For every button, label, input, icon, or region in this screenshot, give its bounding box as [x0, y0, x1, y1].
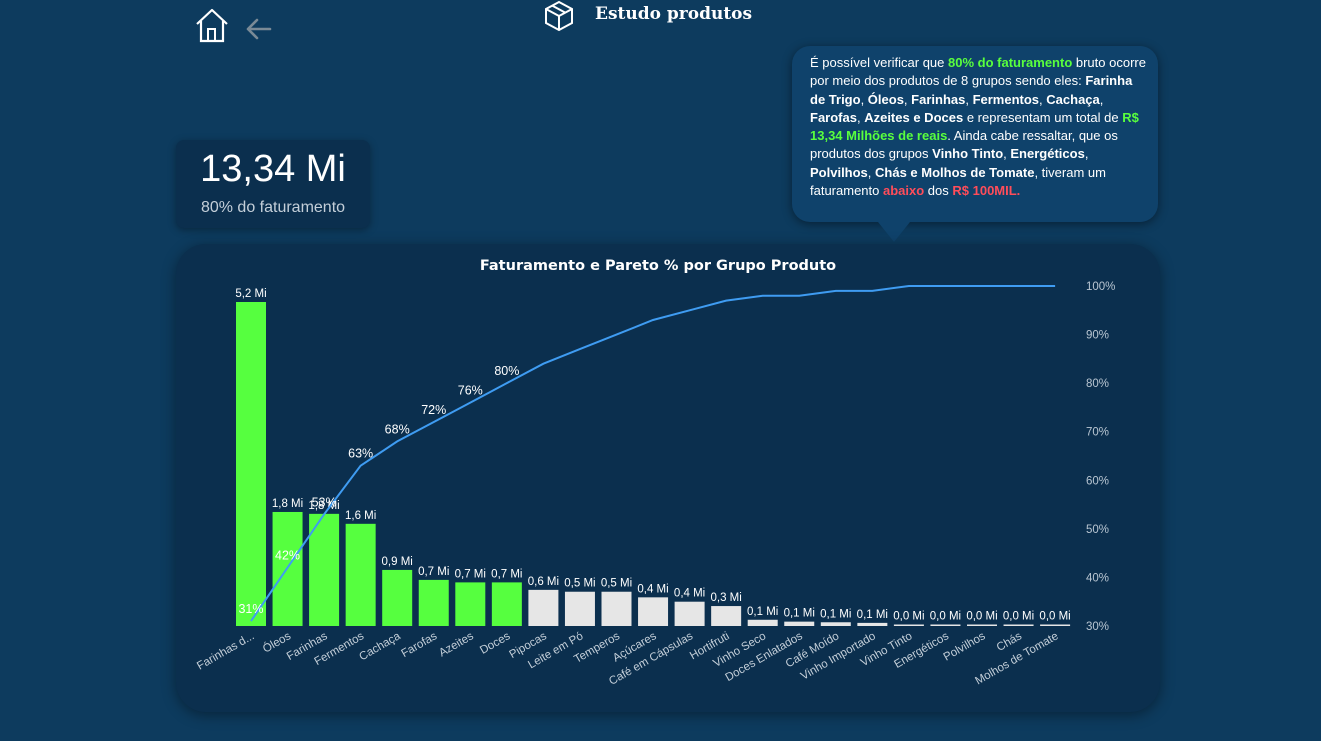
note-bold: Vinho Tinto	[932, 146, 1004, 162]
bar	[930, 624, 961, 626]
pareto-point-label: 68%	[385, 422, 410, 436]
pareto-point-label: 31%	[238, 602, 263, 616]
x-tick-label: Azeites	[437, 630, 476, 659]
note-bold: Energéticos	[1010, 146, 1085, 162]
y2-tick-label: 50%	[1086, 524, 1109, 536]
pareto-chart-panel: Faturamento e Pareto % por Grupo Produto…	[176, 244, 1160, 712]
chart-title: Faturamento e Pareto % por Grupo Produto	[480, 258, 836, 274]
bar	[455, 582, 486, 626]
bar-value-label: 0,1 Mi	[820, 608, 851, 620]
bar	[967, 624, 997, 626]
bar-value-label: 0,4 Mi	[637, 583, 668, 595]
x-tick-label: Cachaça	[357, 630, 403, 663]
bar	[601, 591, 632, 626]
top-bar: Estudo produtos	[0, 0, 1321, 43]
x-tick-label: Farofas	[399, 630, 439, 660]
y2-tick-label: 90%	[1086, 330, 1109, 342]
note-text: ,	[867, 164, 876, 180]
bar	[382, 569, 413, 626]
bar	[711, 606, 742, 626]
note-text: É possível verificar que	[810, 55, 949, 70]
bar-value-label: 0,6 Mi	[528, 576, 559, 588]
y2-tick-label: 40%	[1086, 572, 1109, 584]
bar	[893, 624, 924, 626]
bar-value-label: 0,7 Mi	[455, 568, 486, 580]
bar-value-label: 1,6 Mi	[345, 510, 376, 522]
y2-tick-label: 100%	[1086, 281, 1115, 293]
bar-value-label: 0,7 Mi	[418, 566, 449, 578]
bar-value-label: 0,5 Mi	[601, 578, 632, 590]
bar-value-label: 0,3 Mi	[710, 592, 741, 604]
pareto-point-label: 80%	[494, 364, 519, 378]
box-logo-icon	[543, 0, 575, 32]
note-bold: Fermentos	[972, 91, 1040, 107]
bar-value-label: 1,8 Mi	[272, 498, 303, 510]
bar	[857, 622, 888, 626]
note-bold: Cachaça	[1046, 91, 1100, 107]
note-alert: abaixo	[883, 183, 925, 199]
x-tick-label: Polvilhos	[942, 630, 988, 664]
bar-value-label: 0,9 Mi	[382, 556, 413, 568]
bar-value-label: 0,0 Mi	[930, 611, 961, 623]
kpi-card: 13,34 Mi 80% do faturamento	[176, 140, 370, 228]
x-tick-label: Doces	[478, 630, 512, 657]
note-bold: Chás e Molhos de Tomate	[875, 164, 1035, 180]
kpi-value: 13,34 Mi	[200, 148, 346, 190]
pareto-point-label: 72%	[421, 403, 446, 417]
bar	[747, 619, 778, 626]
bar	[528, 589, 559, 626]
pareto-point-label: 53%	[312, 495, 337, 509]
bar-value-label: 0,4 Mi	[674, 588, 705, 600]
y2-tick-label: 60%	[1086, 475, 1109, 487]
note-bold: Azeites e Doces	[864, 109, 964, 125]
y2-tick-label: 80%	[1086, 378, 1109, 390]
bar-value-label: 0,1 Mi	[747, 606, 778, 618]
note-bold: Farinhas	[911, 91, 966, 107]
bar-value-label: 0,7 Mi	[491, 568, 522, 580]
bar	[784, 621, 815, 626]
bar-value-label: 0,1 Mi	[784, 608, 815, 620]
pareto-point-label: 63%	[348, 447, 373, 461]
note-alert: R$ 100MIL.	[952, 183, 1021, 199]
pareto-chart: Faturamento e Pareto % por Grupo Produto…	[195, 258, 1115, 688]
note-text: ,	[860, 91, 868, 107]
x-tick-label: Farinhas d...	[195, 630, 256, 672]
note-highlight: 80% do faturamento	[948, 55, 1073, 70]
insight-callout: É possível verificar que 80% do faturame…	[792, 46, 1158, 242]
note-text: ,	[1084, 146, 1089, 162]
bar	[491, 582, 522, 626]
note-text: ,	[1099, 91, 1104, 107]
note-bold: Polvilhos	[810, 164, 868, 180]
bar	[820, 622, 851, 626]
note-text: dos	[924, 183, 953, 199]
bar	[638, 597, 669, 626]
y2-tick-label: 30%	[1086, 621, 1109, 633]
bar-value-label: 0,0 Mi	[1039, 611, 1070, 623]
back-arrow-icon[interactable]	[244, 14, 274, 44]
note-bold: Farofas	[810, 109, 857, 125]
pareto-point-label: 76%	[458, 384, 483, 398]
bar	[345, 523, 376, 626]
bar	[236, 302, 266, 626]
bar-value-label: 0,0 Mi	[966, 611, 997, 623]
bar-value-label: 0,0 Mi	[893, 611, 924, 623]
bar-value-label: 5,2 Mi	[235, 288, 266, 300]
bar	[674, 601, 705, 626]
note-text: ,	[965, 91, 973, 107]
bar	[564, 591, 595, 626]
bar	[418, 579, 449, 626]
y2-tick-label: 70%	[1086, 427, 1109, 439]
page-title: Estudo produtos	[595, 4, 753, 24]
kpi-label: 80% do faturamento	[200, 199, 346, 216]
bar-value-label: 0,5 Mi	[564, 578, 595, 590]
pareto-point-label: 42%	[275, 549, 300, 563]
bar-value-label: 0,1 Mi	[857, 609, 888, 621]
note-text: e representam um total de	[963, 109, 1123, 125]
bar	[1040, 624, 1071, 626]
bar	[1003, 624, 1034, 626]
bar-value-label: 0,0 Mi	[1003, 611, 1034, 623]
note-bold: Óleos	[867, 91, 904, 107]
home-icon[interactable]	[193, 6, 231, 44]
